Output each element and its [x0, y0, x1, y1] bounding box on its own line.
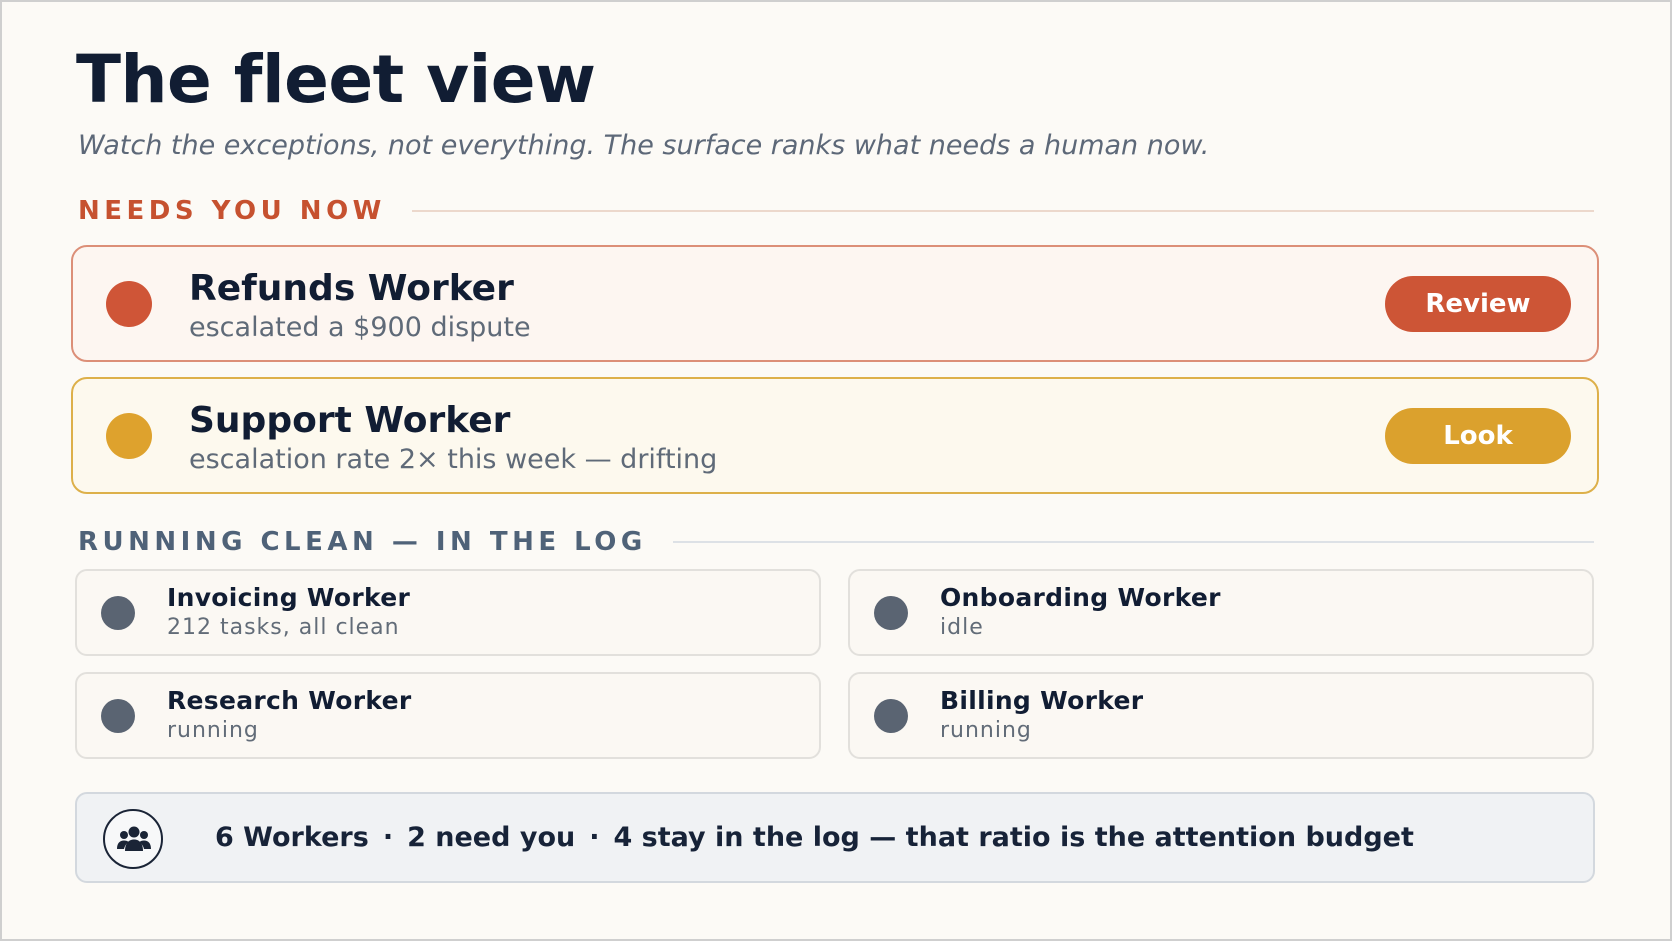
page-title: The fleet view [76, 41, 596, 118]
summary-bar: 6 Workers · 2 need you · 4 stay in the l… [75, 792, 1595, 883]
people-icon [103, 809, 163, 869]
alert-card-support: Support Worker escalation rate 2× this w… [71, 377, 1599, 494]
review-button[interactable]: Review [1385, 276, 1571, 332]
worker-card-invoicing[interactable]: Invoicing Worker 212 tasks, all clean [75, 569, 821, 656]
section-divider [411, 210, 1594, 212]
worker-name: Billing Worker [940, 686, 1144, 715]
worker-name: Onboarding Worker [940, 583, 1221, 612]
summary-separator: · [589, 822, 600, 853]
summary-need: 2 need you [407, 822, 576, 853]
section-divider [672, 541, 1594, 543]
page-subtitle: Watch the exceptions, not everything. Th… [78, 130, 1210, 161]
worker-name: Invoicing Worker [167, 583, 411, 612]
status-dot [101, 596, 135, 630]
worker-status: running [940, 718, 1032, 743]
worker-description: escalation rate 2× this week — drifting [189, 444, 718, 475]
summary-separator: · [382, 822, 394, 853]
worker-status: running [167, 718, 259, 743]
worker-status: idle [940, 615, 984, 640]
worker-description: escalated a $900 dispute [189, 312, 531, 343]
summary-total: 6 Workers [215, 822, 369, 853]
worker-name: Refunds Worker [189, 268, 514, 309]
look-button[interactable]: Look [1385, 408, 1571, 464]
worker-card-billing[interactable]: Billing Worker running [848, 672, 1594, 759]
worker-card-onboarding[interactable]: Onboarding Worker idle [848, 569, 1594, 656]
worker-name: Support Worker [189, 400, 511, 441]
severity-dot-amber [106, 413, 152, 459]
worker-card-research[interactable]: Research Worker running [75, 672, 821, 759]
summary-rest: 4 stay in the log — that ratio is the at… [613, 822, 1414, 853]
clean-section-label: RUNNING CLEAN — IN THE LOG [78, 527, 647, 557]
status-dot [874, 596, 908, 630]
worker-name: Research Worker [167, 686, 412, 715]
severity-dot-red [106, 281, 152, 327]
status-dot [101, 699, 135, 733]
alert-card-refunds: Refunds Worker escalated a $900 dispute … [71, 245, 1599, 362]
status-dot [874, 699, 908, 733]
summary-text: 6 Workers · 2 need you · 4 stay in the l… [215, 821, 1414, 855]
worker-status: 212 tasks, all clean [167, 615, 400, 640]
needs-section-header: NEEDS YOU NOW [78, 194, 1594, 228]
needs-section-label: NEEDS YOU NOW [78, 196, 386, 226]
clean-section-header: RUNNING CLEAN — IN THE LOG [78, 525, 1594, 559]
